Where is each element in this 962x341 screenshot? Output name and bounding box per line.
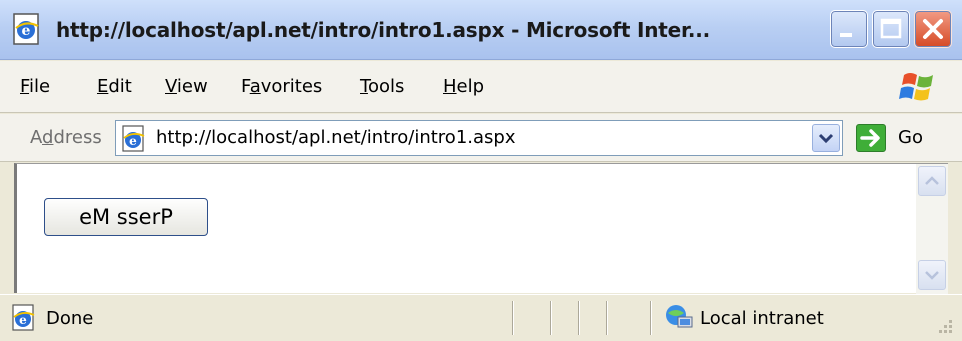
menu-help-label: elp xyxy=(456,76,485,97)
status-separator xyxy=(512,301,514,335)
browser-window: e http://localhost/apl.net/intro/intro1.… xyxy=(0,0,962,341)
address-url: http://localhost/apl.net/intro/intro1.as… xyxy=(156,127,516,148)
menu-bar: File Edit View Favorites Tools Help xyxy=(0,61,962,113)
vertical-scrollbar[interactable] xyxy=(916,164,948,294)
address-label-access-key: d xyxy=(42,127,54,148)
chevron-down-icon xyxy=(818,133,834,144)
scroll-down-button[interactable] xyxy=(918,260,946,290)
local-intranet-icon xyxy=(666,305,693,328)
status-bar: e Done Local intranet xyxy=(0,294,962,341)
svg-text:e: e xyxy=(129,134,137,148)
green-arrow-icon xyxy=(860,129,880,147)
svg-text:e: e xyxy=(19,313,27,327)
status-separator xyxy=(606,301,608,335)
close-button[interactable] xyxy=(914,10,952,48)
maximize-icon xyxy=(880,18,902,39)
ie-page-icon: e xyxy=(122,125,145,152)
menu-file-access-key: F xyxy=(20,76,30,97)
menu-edit[interactable]: Edit xyxy=(97,75,132,99)
page-content: eM sserP xyxy=(14,163,948,294)
resize-grip-icon[interactable] xyxy=(932,315,954,337)
address-label: Address xyxy=(30,126,102,150)
menu-view[interactable]: View xyxy=(165,75,208,99)
title-bar: e http://localhost/apl.net/intro/intro1.… xyxy=(0,0,962,60)
go-label[interactable]: Go xyxy=(898,126,923,150)
scroll-up-button[interactable] xyxy=(918,166,946,196)
menu-tools[interactable]: Tools xyxy=(360,75,404,99)
menu-help-access-key: H xyxy=(443,76,457,97)
menu-file[interactable]: File xyxy=(20,75,50,99)
address-label-pre: A xyxy=(30,127,42,148)
security-zone-label: Local intranet xyxy=(700,308,824,329)
close-icon xyxy=(923,19,943,39)
menu-help[interactable]: Help xyxy=(443,75,484,99)
status-separator xyxy=(550,301,552,335)
windows-flag-icon xyxy=(899,73,933,101)
menu-edit-label: dit xyxy=(108,76,132,97)
menu-tools-access-key: T xyxy=(360,76,368,97)
menu-file-label: ile xyxy=(29,76,51,97)
go-button[interactable] xyxy=(856,124,886,152)
status-text: Done xyxy=(46,308,94,329)
press-me-button[interactable]: eM sserP xyxy=(44,198,208,236)
minimize-button[interactable] xyxy=(830,10,868,48)
address-dropdown-button[interactable] xyxy=(812,124,840,152)
menu-favorites[interactable]: Favorites xyxy=(241,75,322,99)
address-input[interactable]: e http://localhost/apl.net/intro/intro1.… xyxy=(115,120,843,156)
status-separator xyxy=(650,301,652,335)
menu-tools-label: ools xyxy=(367,76,405,97)
chevron-down-icon xyxy=(925,271,939,280)
menu-favorites-access-key: a xyxy=(249,76,261,97)
menu-favorites-pre: F xyxy=(241,76,250,97)
menu-view-label: iew xyxy=(176,76,208,97)
svg-text:e: e xyxy=(22,23,31,39)
minimize-icon xyxy=(840,33,852,37)
ie-page-icon: e xyxy=(12,304,35,331)
menu-edit-access-key: E xyxy=(97,76,109,97)
ie-page-icon: e xyxy=(13,13,39,45)
menu-favorites-label: vorites xyxy=(260,76,323,97)
menu-view-access-key: V xyxy=(165,76,177,97)
chevron-up-icon xyxy=(925,176,939,185)
address-bar: Address e http://localhost/apl.net/intro… xyxy=(0,114,962,162)
window-title: http://localhost/apl.net/intro/intro1.as… xyxy=(56,18,711,42)
maximize-button[interactable] xyxy=(872,10,910,48)
status-separator xyxy=(578,301,580,335)
address-label-rest: dress xyxy=(53,127,102,148)
